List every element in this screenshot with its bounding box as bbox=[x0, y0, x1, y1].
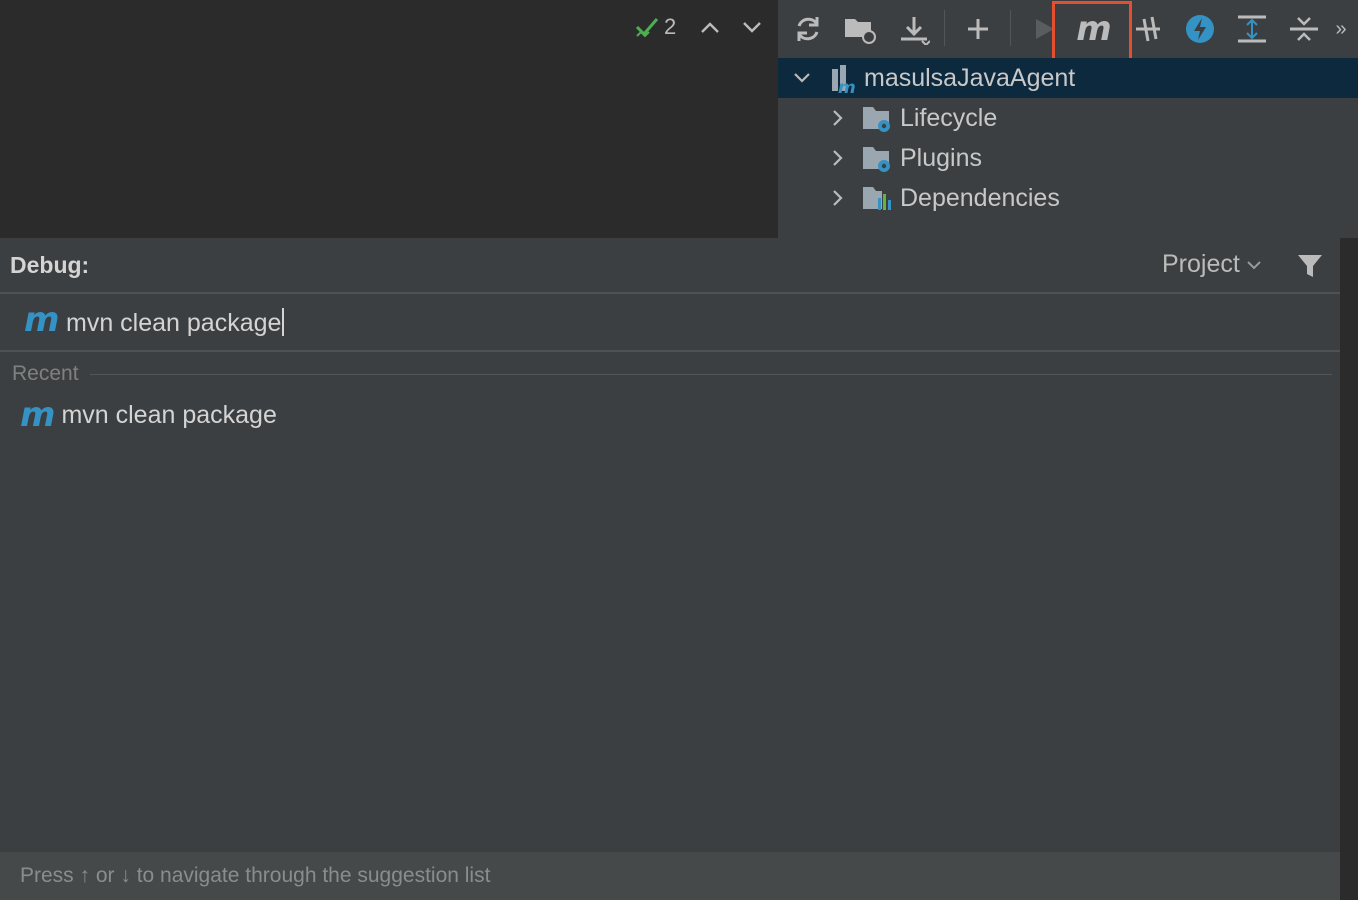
folder-gear-icon bbox=[863, 147, 890, 172]
scope-label: Project bbox=[1162, 250, 1240, 278]
expand-all-icon bbox=[1238, 15, 1266, 43]
recent-item[interactable]: m mvn clean package bbox=[20, 398, 277, 432]
reimport-folder-icon bbox=[845, 19, 876, 44]
filter-icon bbox=[1298, 255, 1322, 277]
chevron-up-icon bbox=[701, 22, 719, 33]
hint-text: Press ↑ or ↓ to navigate through the sug… bbox=[20, 864, 491, 887]
refresh-icon bbox=[797, 17, 819, 41]
command-row: m mvn clean package bbox=[0, 294, 1340, 352]
recent-section-label: Recent bbox=[12, 362, 79, 385]
generate-sources-button[interactable] bbox=[840, 9, 880, 49]
window-edge bbox=[1340, 238, 1358, 900]
download-sources-button[interactable] bbox=[894, 9, 934, 49]
toggle-skip-tests-button[interactable] bbox=[1128, 9, 1168, 49]
tree-item-label: Lifecycle bbox=[900, 103, 998, 132]
previous-highlight-button[interactable] bbox=[698, 14, 722, 40]
inspection-count: 2 bbox=[664, 14, 677, 39]
download-icon bbox=[901, 17, 930, 45]
maven-toolbar: m » bbox=[778, 0, 1358, 61]
editor-area: 2 bbox=[0, 0, 778, 238]
chevron-down-icon bbox=[1247, 260, 1261, 269]
recent-divider bbox=[90, 374, 1332, 375]
svg-text:m: m bbox=[838, 78, 856, 95]
more-actions-button[interactable]: » bbox=[1326, 9, 1356, 49]
scope-dropdown[interactable]: Project bbox=[1162, 250, 1262, 279]
highlight-annotation bbox=[1052, 1, 1132, 61]
collapse-all-icon bbox=[1290, 17, 1318, 41]
dependencies-icon bbox=[863, 187, 891, 210]
chevron-right-icon bbox=[833, 150, 843, 166]
folder-gear-icon bbox=[863, 107, 890, 132]
command-input[interactable]: mvn clean package bbox=[66, 308, 285, 338]
expand-all-button[interactable] bbox=[1232, 9, 1272, 49]
chevron-right-icon bbox=[833, 190, 843, 206]
maven-icon: m bbox=[20, 395, 56, 435]
run-anything-popup: Debug: Project m mvn clean package Recen… bbox=[0, 238, 1340, 900]
text-caret bbox=[282, 308, 285, 336]
inspection-widget[interactable]: 2 bbox=[634, 14, 676, 40]
toggle-offline-mode-button[interactable] bbox=[1180, 9, 1220, 49]
tree-item-plugins[interactable]: Plugins bbox=[778, 138, 1358, 178]
chevron-down-icon bbox=[794, 73, 810, 83]
tree-item-lifecycle[interactable]: Lifecycle bbox=[778, 98, 1358, 138]
offline-icon bbox=[1186, 15, 1214, 43]
skip-tests-icon bbox=[1136, 16, 1160, 42]
tree-item-label: Plugins bbox=[900, 143, 982, 172]
collapse-all-button[interactable] bbox=[1284, 9, 1324, 49]
more-icon: » bbox=[1335, 17, 1347, 40]
check-icon bbox=[635, 18, 659, 38]
maven-icon: m bbox=[24, 300, 60, 340]
chevron-right-icon bbox=[833, 110, 843, 126]
recent-item-label: mvn clean package bbox=[61, 400, 277, 429]
maven-project-icon: m bbox=[832, 65, 856, 95]
popup-header: Debug: Project bbox=[0, 238, 1340, 294]
hint-bar: Press ↑ or ↓ to navigate through the sug… bbox=[0, 852, 1340, 900]
command-input-value: mvn clean package bbox=[66, 309, 282, 337]
next-highlight-button[interactable] bbox=[740, 14, 764, 40]
add-maven-project-button[interactable] bbox=[958, 9, 998, 49]
maven-tool-window: m » m masulsaJavaAgent Lifecycle Plugins… bbox=[778, 0, 1358, 238]
tree-item-dependencies[interactable]: Dependencies bbox=[778, 178, 1358, 218]
project-name: masulsaJavaAgent bbox=[864, 63, 1076, 92]
filter-button[interactable] bbox=[1296, 252, 1324, 285]
add-icon bbox=[968, 19, 988, 39]
popup-title: Debug: bbox=[10, 252, 90, 278]
tree-item-label: Dependencies bbox=[900, 183, 1060, 212]
chevron-down-icon bbox=[743, 22, 761, 33]
tree-item-project[interactable]: m masulsaJavaAgent bbox=[778, 58, 1358, 98]
reload-projects-button[interactable] bbox=[788, 9, 828, 49]
